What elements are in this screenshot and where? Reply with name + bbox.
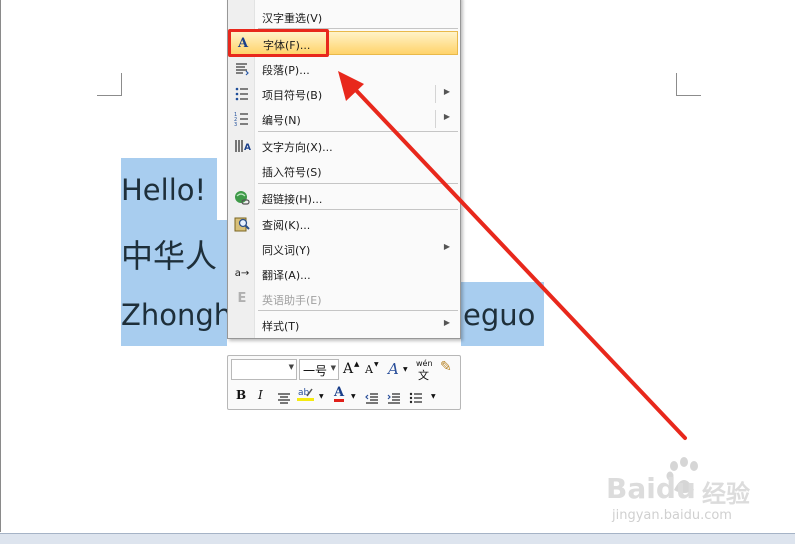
shrink-font-button[interactable]: A xyxy=(365,363,373,376)
document-line-1[interactable]: Hello! xyxy=(121,173,206,207)
dropdown-arrow-icon: ▼ xyxy=(431,393,436,400)
dropdown-arrow-icon: ▼ xyxy=(330,364,336,372)
menu-item-styles[interactable]: 样式(T) ▶ xyxy=(230,313,458,337)
menu-item-paragraph[interactable]: 段落(P)... xyxy=(230,57,458,81)
decrease-indent-icon[interactable] xyxy=(365,389,379,408)
menu-item-bullets[interactable]: 项目符号(B) ▶ xyxy=(230,82,458,106)
lookup-icon xyxy=(233,215,251,233)
shrink-font-icon: ▼ xyxy=(374,361,379,368)
bullets-icon[interactable] xyxy=(409,389,423,408)
menu-item-label: 翻译(A)... xyxy=(262,269,311,282)
dropdown-arrow-icon: ▼ xyxy=(319,393,324,400)
document-line-2[interactable]: 中华人 xyxy=(121,231,217,277)
submenu-arrow-icon: ▶ xyxy=(443,318,450,327)
bold-button[interactable]: B xyxy=(236,388,246,402)
menu-separator xyxy=(258,310,458,311)
annotation-highlight-box xyxy=(228,29,329,57)
styles-button[interactable]: A xyxy=(388,360,399,378)
menu-item-synonyms[interactable]: 同义词(Y) ▶ xyxy=(230,237,458,261)
menu-item-label: 同义词(Y) xyxy=(262,244,311,257)
format-painter-icon[interactable]: ✎ xyxy=(440,359,452,375)
crop-mark-left xyxy=(97,73,122,96)
menu-separator xyxy=(258,131,458,132)
font-size-combo[interactable]: 一号 ▼ xyxy=(299,359,339,380)
increase-indent-icon[interactable] xyxy=(387,389,401,408)
svg-text:ab: ab xyxy=(298,388,310,398)
submenu-divider xyxy=(435,85,436,103)
translate-icon: a→ xyxy=(234,268,250,279)
submenu-divider xyxy=(435,110,436,128)
submenu-arrow-icon: ▶ xyxy=(443,112,450,121)
watermark-url: jingyan.baidu.com xyxy=(612,508,732,523)
dropdown-arrow-icon: ▼ xyxy=(288,363,294,371)
menu-item-label: 英语助手(E) xyxy=(262,294,322,307)
svg-text:3: 3 xyxy=(234,122,237,128)
menu-separator xyxy=(258,209,458,210)
grow-font-button[interactable]: A xyxy=(343,361,353,377)
dropdown-arrow-icon: ▼ xyxy=(403,366,408,373)
menu-item-label: 段落(P)... xyxy=(262,64,310,77)
text-direction-icon: A xyxy=(233,137,251,155)
menu-item-lookup[interactable]: 查阅(K)... xyxy=(230,212,458,236)
menu-item-text-direction[interactable]: A 文字方向(X)... xyxy=(230,134,458,158)
document-line-3-right[interactable]: eguo xyxy=(463,298,535,332)
english-assistant-icon: E xyxy=(237,291,247,306)
font-color-button[interactable]: A xyxy=(334,386,345,402)
highlight-color-icon[interactable]: ab xyxy=(297,386,315,406)
bullets-icon xyxy=(233,85,251,103)
font-size-value: 一号 xyxy=(303,364,328,378)
center-align-icon[interactable] xyxy=(277,389,291,408)
menu-item-hyperlink[interactable]: 超链接(H)... xyxy=(230,186,458,210)
menu-item-translate[interactable]: a→ 翻译(A)... xyxy=(230,262,458,286)
italic-button[interactable]: I xyxy=(258,388,263,402)
dropdown-arrow-icon: ▼ xyxy=(351,393,356,400)
menu-item-label: 超链接(H)... xyxy=(262,193,323,206)
baidu-watermark: Baidu 经验 jingyan.baidu.com xyxy=(578,452,778,532)
font-name-combo[interactable]: ▼ xyxy=(231,359,297,380)
document-line-3-left[interactable]: Zhongh xyxy=(121,298,232,332)
submenu-arrow-icon: ▶ xyxy=(443,87,450,96)
watermark-brand-cn: 经验 xyxy=(702,480,750,508)
menu-item-reselect-hanzi[interactable]: 汉字重选(V) xyxy=(230,5,458,29)
crop-mark-right xyxy=(676,73,701,96)
submenu-arrow-icon: ▶ xyxy=(443,242,450,251)
menu-item-insert-symbol[interactable]: 插入符号(S) xyxy=(230,159,458,183)
menu-item-label: 项目符号(B) xyxy=(262,89,323,102)
watermark-brand: Baidu xyxy=(606,472,696,505)
svg-text:A: A xyxy=(244,143,251,153)
menu-item-numbering[interactable]: 123 编号(N) ▶ xyxy=(230,107,458,131)
phonetic-guide-bottom[interactable]: 文 xyxy=(418,367,429,383)
menu-item-label: 查阅(K)... xyxy=(262,219,311,232)
page-left-edge xyxy=(0,0,1,532)
paragraph-icon xyxy=(233,60,251,78)
status-bar xyxy=(0,533,795,544)
menu-item-label: 编号(N) xyxy=(262,114,301,127)
numbering-icon: 123 xyxy=(233,110,251,128)
menu-item-label: 汉字重选(V) xyxy=(262,12,323,25)
menu-item-label: 文字方向(X)... xyxy=(262,141,333,154)
hyperlink-icon xyxy=(233,189,251,207)
mini-toolbar: ▼ 一号 ▼ A ▲ A ▼ A ▼ wén 文 ✎ B I ab ▼ A ▼ … xyxy=(227,355,461,410)
menu-item-english-assistant[interactable]: E 英语助手(E) xyxy=(230,287,458,311)
grow-font-icon: ▲ xyxy=(354,360,360,368)
menu-separator xyxy=(258,183,458,184)
menu-item-label: 样式(T) xyxy=(262,320,300,333)
menu-item-label: 插入符号(S) xyxy=(262,166,322,179)
